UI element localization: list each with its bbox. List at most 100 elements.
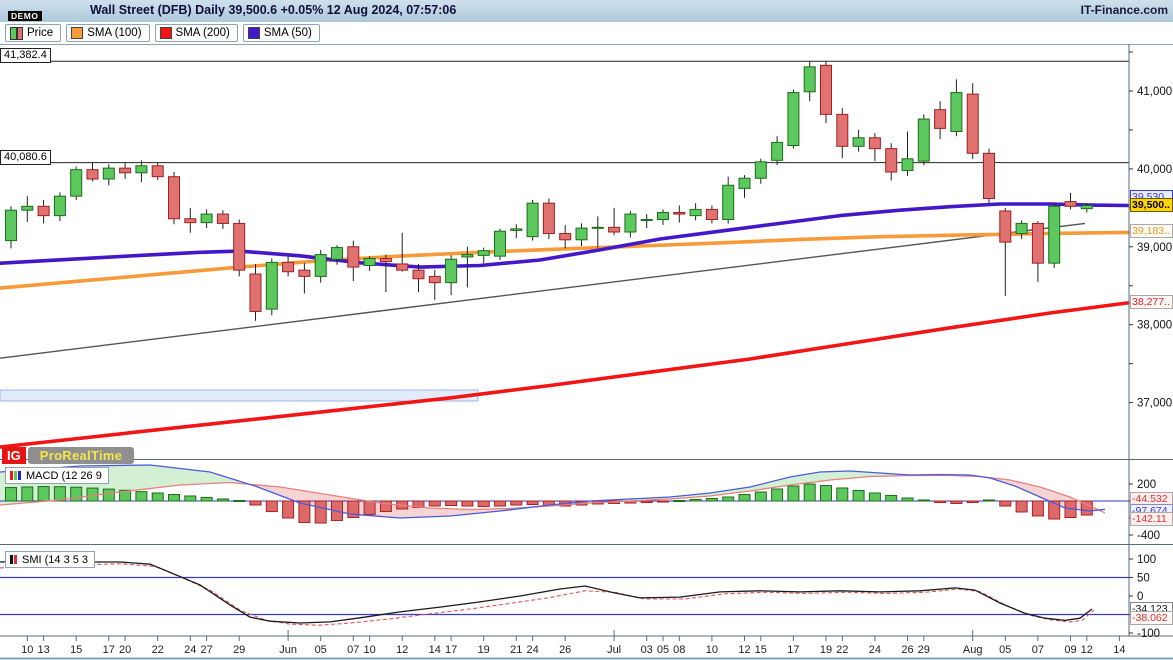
candle [625,214,636,232]
axis-label: 14 [429,644,441,656]
candle [217,214,228,223]
candle [772,142,783,160]
selection-band[interactable] [0,390,478,401]
axis-label: 26 [901,644,913,656]
candle [853,138,864,147]
axis-label: 05 [315,644,327,656]
smi-icon [10,554,18,566]
candle [234,223,245,270]
smi-panel-label: SMI (14 3 5 3 [22,554,88,566]
candle [429,276,440,282]
ig-logo: IG [2,447,26,464]
smi-panel-button[interactable]: SMI (14 3 5 3 [5,551,95,568]
sma200-line[interactable] [0,303,1128,447]
sma200-tag: 38,277.. [1130,295,1173,309]
axis-label: 10 [21,644,33,656]
trendline[interactable] [0,223,1085,358]
candle [1032,223,1043,263]
axis-label: 24 [184,644,196,656]
x-axis: 101315172022242729Jun0507101214171921242… [21,630,1125,656]
smi-pane [0,561,1129,625]
candle [397,264,408,270]
axis-label: Jun [279,644,297,656]
legend-sma100-button[interactable]: SMA (100) [66,24,149,42]
candle [348,247,359,267]
last-price-tag: 39,500.. [1130,198,1173,212]
axis-label: 26 [559,644,571,656]
candle [446,259,457,282]
candle [1065,202,1076,207]
axis-label: 24 [869,644,881,656]
legend-sma50-label: SMA (50) [264,27,312,39]
candle [380,258,391,261]
sma200-swatch-icon [160,27,172,39]
candle [169,177,180,219]
axis-label: Jul [607,644,621,656]
axis-label: 10 [363,644,375,656]
candle [788,93,799,146]
candle [1081,206,1092,209]
axis-label: 29 [918,644,930,656]
frame [0,44,1173,659]
price-icon [10,27,23,39]
axis-label: 03 [641,644,653,656]
candle [592,227,603,228]
axis-label: 27 [200,644,212,656]
ig-prorealtime-logo: IG ProRealTime [2,447,134,464]
smi-signal-tag: -38.062 [1130,611,1173,625]
candle [6,210,17,240]
axis-label: 24 [526,644,538,656]
axis-label: 200 [1137,479,1156,491]
candle [364,258,375,265]
candles-layer [6,61,1093,321]
chart-canvas[interactable]: 41,00040,00039,00038,00037,000200-400100… [0,44,1173,660]
macd-signal-tag: -142.11 [1130,512,1173,526]
axis-label: 09 [1064,644,1076,656]
candle [1016,223,1027,233]
candle [511,229,522,231]
axis-label: 17 [445,644,457,656]
axis-label: -400 [1137,530,1160,542]
candle [413,270,424,279]
candle [185,219,196,223]
candle [886,149,897,172]
axis-label: 05 [657,644,669,656]
sma100-line[interactable] [0,232,1128,288]
candle [71,170,82,196]
candle [951,93,962,132]
candle [804,67,815,92]
axis-label: 19 [820,644,832,656]
candle [690,209,701,215]
candle [54,196,65,215]
axis-label: 37,000 [1137,398,1172,410]
axis-label: 22 [152,644,164,656]
axis-label: 40,000 [1137,164,1172,176]
candle [38,206,49,215]
legend-sma200-label: SMA (200) [176,27,230,39]
demo-badge: DEMO [8,11,42,21]
legend-sma200-button[interactable]: SMA (200) [155,24,238,42]
axis-label: 29 [233,644,245,656]
candle [266,262,277,309]
axis-label: 21 [510,644,522,656]
candle [609,227,620,232]
brand-link[interactable]: IT-Finance.com [1081,3,1168,17]
legend-price-button[interactable]: Price [5,24,61,42]
axis-label: 41,000 [1137,86,1172,98]
candle [935,110,946,129]
candle [674,213,685,215]
candle [103,168,114,179]
candle [706,209,717,219]
candle [902,159,913,171]
axis-label: 17 [103,644,115,656]
legend-sma50-button[interactable]: SMA (50) [243,24,320,42]
macd-panel-button[interactable]: MACD (12 26 9 [5,467,109,484]
candle [527,203,538,236]
candle [22,206,33,210]
axis-label: 22 [836,644,848,656]
macd-panel-label: MACD (12 26 9 [26,470,102,482]
sma100-swatch-icon [71,27,83,39]
candle [120,168,131,173]
chart-area: 41,00040,00039,00038,00037,000200-400100… [0,44,1173,660]
candle [201,214,212,223]
